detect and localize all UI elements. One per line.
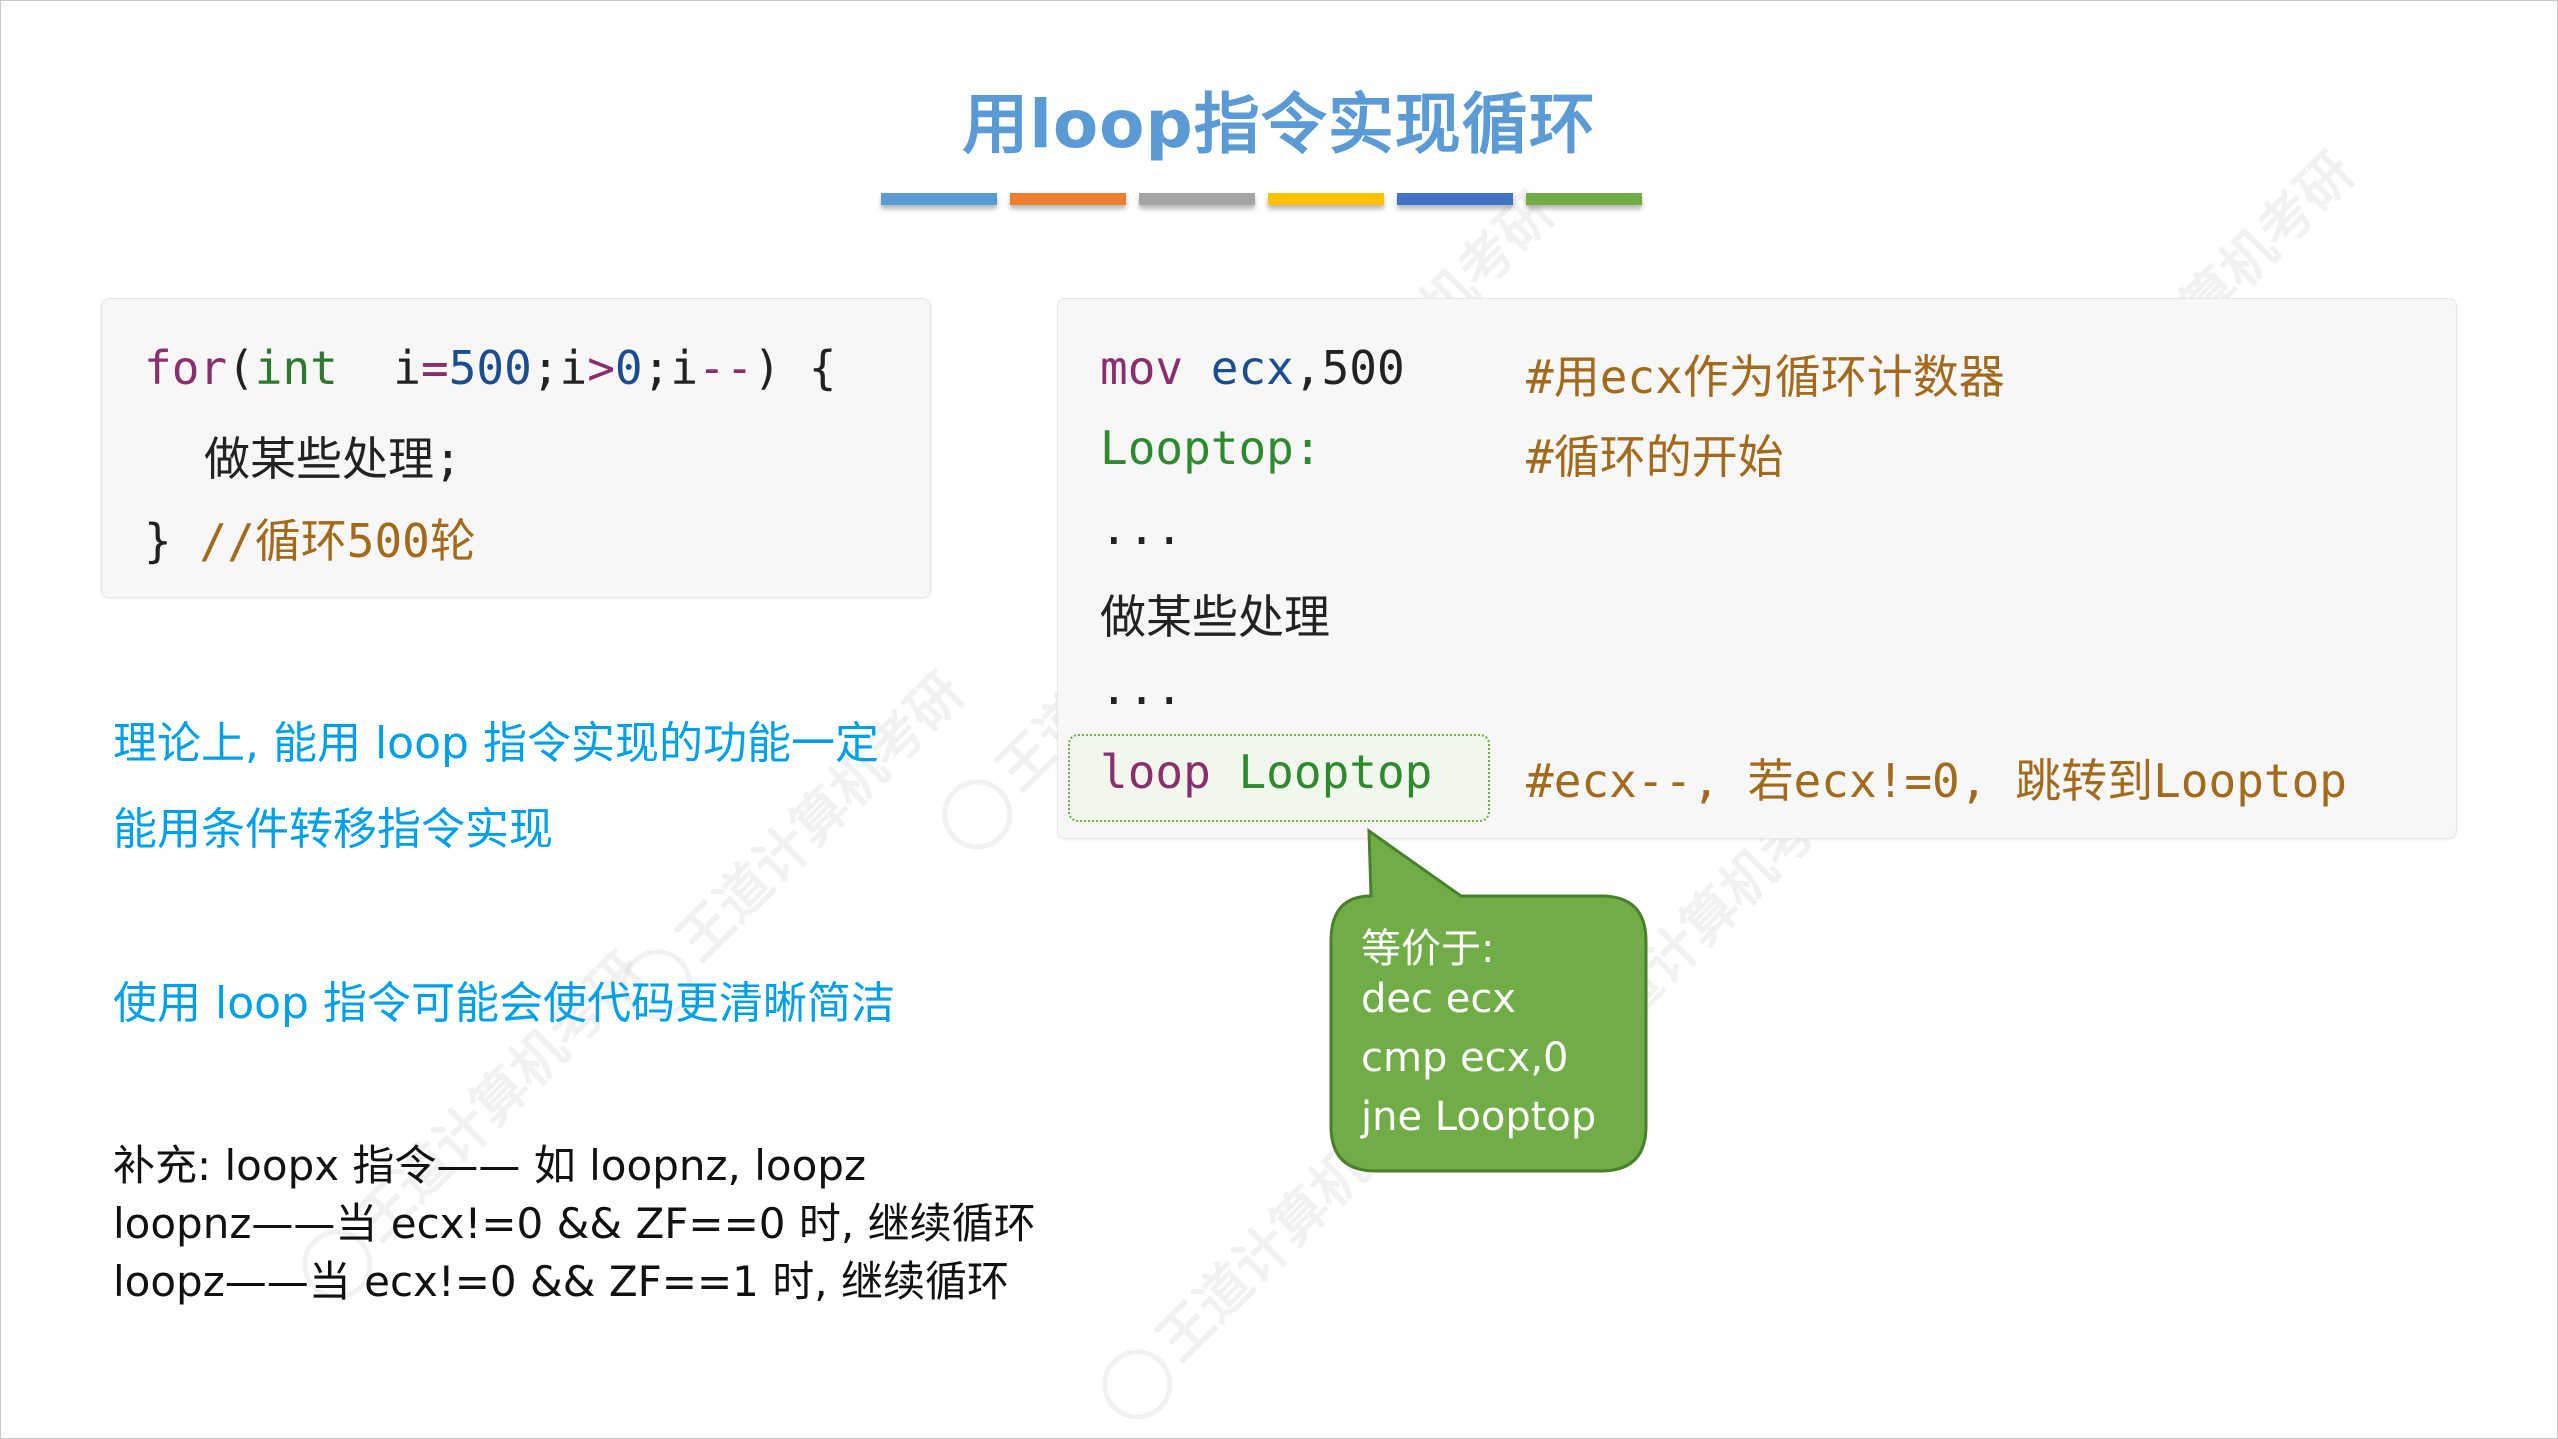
watermark-logo-icon bbox=[928, 765, 1028, 865]
code-token: -- bbox=[698, 341, 754, 395]
code-token: 500 bbox=[1321, 341, 1405, 395]
code-row-mov: mov ecx,500 bbox=[1100, 341, 1405, 395]
code-token: i bbox=[559, 341, 588, 395]
decoration-bar-darkblue bbox=[1397, 193, 1513, 205]
code-token: for bbox=[144, 341, 228, 395]
code-token: } bbox=[144, 514, 172, 568]
supplement-line-1: 补充: loopx 指令—— 如 loopnz, loopz bbox=[113, 1141, 866, 1190]
code-ellipsis: ... bbox=[1100, 501, 1184, 555]
callout-line: jne Looptop bbox=[1361, 1094, 1597, 1140]
code-ellipsis: ... bbox=[1100, 661, 1184, 715]
decoration-bar-blue bbox=[881, 193, 997, 205]
callout-line: cmp ecx,0 bbox=[1361, 1035, 1569, 1081]
decoration-bar-green bbox=[1526, 193, 1642, 205]
decoration-bar-orange bbox=[1010, 193, 1126, 205]
code-token: ; bbox=[642, 341, 671, 395]
code-token: ) bbox=[753, 341, 782, 395]
code-line-body: 做某些处理; bbox=[204, 432, 462, 486]
code-token: Looptop bbox=[1238, 745, 1433, 799]
theory-line-1: 理论上, 能用 loop 指令实现的功能一定 bbox=[113, 718, 879, 769]
code-token: mov bbox=[1100, 341, 1184, 395]
code-line-body: 做某些处理 bbox=[1100, 590, 1330, 644]
slide: 王道计算机考研 王道计算机考研 王道计算机考研 王道计算机考研 王道计算机考研 … bbox=[0, 0, 2558, 1439]
code-label-looptop: Looptop: bbox=[1100, 421, 1322, 475]
code-token: { bbox=[781, 341, 837, 395]
code-token: ( bbox=[227, 341, 255, 395]
code-line-close: } //循环500轮 bbox=[144, 505, 476, 571]
supplement-line-2: loopnz——当 ecx!=0 && ZF==0 时, 继续循环 bbox=[113, 1199, 1036, 1248]
code-token: > bbox=[587, 341, 615, 395]
code-token: = bbox=[421, 341, 449, 395]
supplement-line-3: loopz——当 ecx!=0 && ZF==1 时, 继续循环 bbox=[113, 1257, 1009, 1306]
code-comment: #循环的开始 bbox=[1526, 430, 1784, 484]
code-token: 0 bbox=[614, 341, 643, 395]
code-token: ecx bbox=[1210, 341, 1294, 395]
code-token: i bbox=[393, 341, 421, 395]
callout-line: dec ecx bbox=[1361, 976, 1516, 1022]
usage-note: 使用 loop 指令可能会使代码更清晰简洁 bbox=[113, 978, 895, 1029]
decoration-bar-yellow bbox=[1268, 193, 1384, 205]
code-token: i bbox=[670, 341, 699, 395]
code-comment: #ecx--, 若ecx!=0, 跳转到Looptop bbox=[1526, 754, 2347, 808]
code-token: , bbox=[1293, 341, 1322, 395]
c-loop-code-block: for(int i=500;i>0;i--) { 做某些处理; } //循环50… bbox=[101, 298, 931, 598]
code-token: loop bbox=[1100, 745, 1211, 799]
page-title: 用loop指令实现循环 bbox=[962, 86, 1596, 163]
code-token: 500 bbox=[448, 341, 532, 395]
code-row-loop: loop Looptop bbox=[1100, 745, 1432, 799]
code-line-for: for(int i=500;i>0;i--) { bbox=[144, 341, 837, 395]
decoration-bar-gray bbox=[1139, 193, 1255, 205]
theory-line-2: 能用条件转移指令实现 bbox=[113, 804, 553, 855]
code-token: int bbox=[254, 341, 338, 395]
callout-title: 等价于: bbox=[1361, 926, 1495, 972]
code-token: ; bbox=[531, 341, 560, 395]
asm-loop-code-block: mov ecx,500 #用ecx作为循环计数器 Looptop: #循环的开始… bbox=[1057, 298, 2457, 839]
code-comment: //循环500轮 bbox=[199, 514, 476, 568]
code-comment: #用ecx作为循环计数器 bbox=[1526, 350, 2005, 404]
watermark-logo-icon bbox=[1088, 1335, 1188, 1435]
